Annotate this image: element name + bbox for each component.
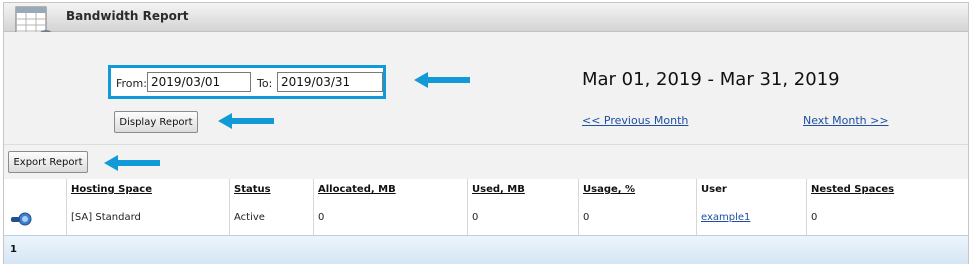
column-header-icon (4, 179, 67, 201)
previous-month-link[interactable]: << Previous Month (582, 114, 688, 127)
column-header-allocated[interactable]: Allocated, MB (314, 179, 468, 201)
hosting-space-cell: [SA] Standard (67, 201, 230, 235)
nested-spaces-cell: 0 (811, 212, 818, 223)
column-header-hosting-space[interactable]: Hosting Space (67, 179, 230, 201)
report-date-range: Mar 01, 2019 - Mar 31, 2019 (582, 69, 840, 90)
used-cell: 0 (468, 201, 579, 235)
row-icon-cell (4, 201, 67, 235)
hosting-space-icon (11, 212, 32, 226)
arrow-left-icon (104, 155, 160, 171)
column-header-usage[interactable]: Usage, % (579, 179, 697, 201)
date-range-selector: From: To: (108, 65, 386, 99)
current-page-number[interactable]: 1 (10, 244, 17, 255)
to-date-input[interactable] (277, 72, 383, 92)
filter-area: From: To: Display Report Mar 01, 2019 - … (4, 32, 968, 144)
to-label: To: (257, 77, 273, 90)
user-cell: example1 (697, 201, 807, 235)
bandwidth-report-panel: Bandwidth Report From: To: Display Repor… (3, 2, 969, 264)
report-toolbar: Export Report (4, 144, 968, 180)
next-month-link[interactable]: Next Month >> (803, 114, 889, 127)
from-date-input[interactable] (147, 72, 251, 92)
column-header-used[interactable]: Used, MB (468, 179, 579, 201)
pager: 1 (4, 235, 968, 264)
table-row: [SA] Standard Active 0 0 0 example1 0 (4, 201, 968, 235)
panel-header: Bandwidth Report (4, 3, 968, 32)
arrow-left-icon (218, 113, 274, 129)
user-link[interactable]: example1 (701, 212, 750, 223)
export-report-button[interactable]: Export Report (8, 151, 88, 173)
column-header-nested-spaces[interactable]: Nested Spaces (807, 179, 968, 201)
column-header-user: User (697, 179, 807, 201)
status-cell: Active (230, 201, 314, 235)
arrow-left-icon (414, 72, 470, 88)
table-header: Hosting Space Status Allocated, MB Used,… (4, 179, 968, 202)
display-report-button[interactable]: Display Report (114, 111, 198, 133)
from-label: From: (116, 77, 147, 90)
column-header-status[interactable]: Status (230, 179, 314, 201)
allocated-cell: 0 (314, 201, 468, 235)
page-title: Bandwidth Report (66, 9, 189, 23)
usage-cell: 0 (579, 201, 697, 235)
